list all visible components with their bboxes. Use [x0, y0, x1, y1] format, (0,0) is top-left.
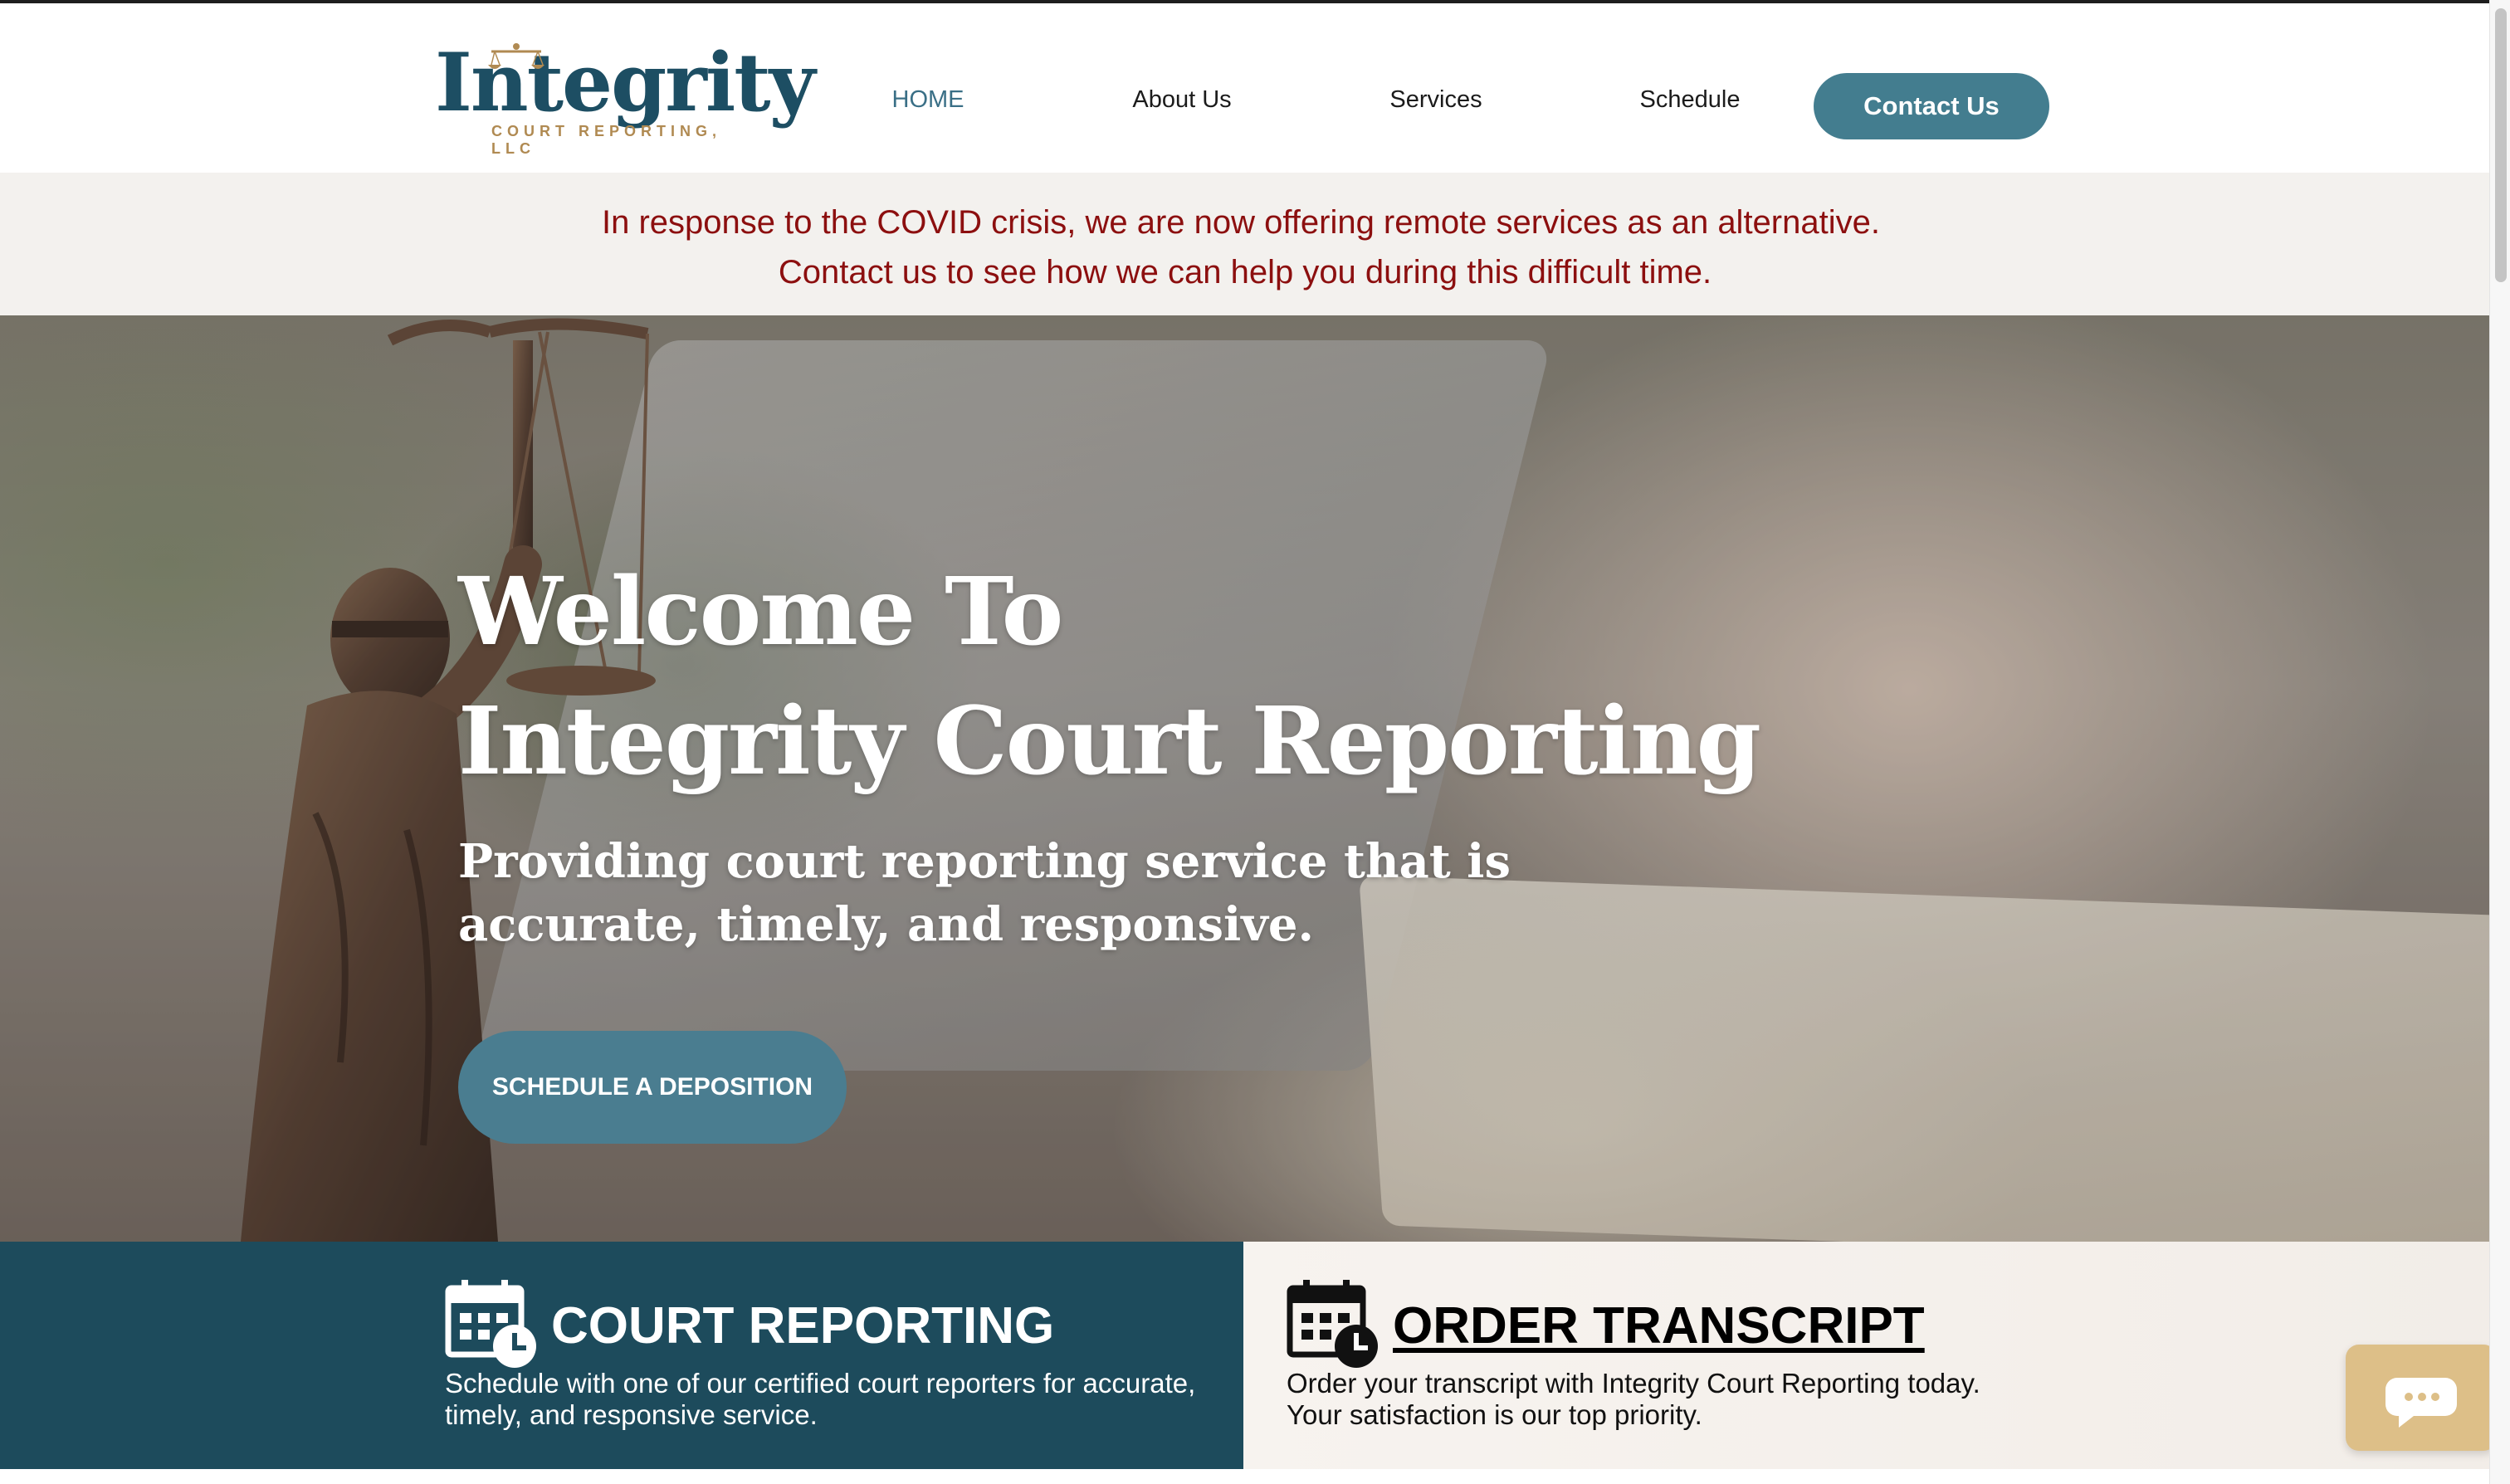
site-logo[interactable]: Integrity COURT REPORTING, LLC: [432, 37, 815, 158]
order-transcript-description-line-2: Your satisfaction is our top priority.: [1287, 1399, 1702, 1430]
chat-widget-button[interactable]: [2346, 1345, 2497, 1451]
hero-section: Welcome To Integrity Court Reporting Pro…: [0, 315, 2490, 1242]
court-reporting-title[interactable]: COURT REPORTING: [551, 1296, 1054, 1356]
court-reporting-description-line-2: timely, and responsive service.: [445, 1399, 818, 1430]
order-transcript-description-line-1: Order your transcript with Integrity Cou…: [1287, 1368, 1980, 1399]
order-transcript-description: Order your transcript with Integrity Cou…: [1287, 1368, 2067, 1431]
logo-subtitle: COURT REPORTING, LLC: [491, 123, 722, 157]
calendar-clock-icon: [445, 1280, 536, 1368]
contact-us-button[interactable]: Contact Us: [1814, 73, 2049, 139]
hero-title-line-2: Integrity Court Reporting: [458, 687, 1761, 796]
covid-banner-line-1: In response to the COVID crisis, we are …: [602, 204, 1880, 241]
nav-home[interactable]: HOME: [892, 86, 964, 114]
court-reporting-panel[interactable]: COURT REPORTING Schedule with one of our…: [0, 1242, 1243, 1469]
order-transcript-panel[interactable]: ORDER TRANSCRIPT Order your transcript w…: [1243, 1242, 2490, 1469]
covid-banner-line-2: Contact us to see how we can help you du…: [778, 254, 1712, 290]
nav-about-us[interactable]: About Us: [1132, 86, 1231, 114]
calendar-clock-icon: [1287, 1280, 1378, 1368]
chat-bubble-icon: [2385, 1378, 2457, 1428]
covid-banner: In response to the COVID crisis, we are …: [0, 173, 2490, 315]
nav-services[interactable]: Services: [1389, 86, 1482, 114]
court-reporting-description: Schedule with one of our certified court…: [445, 1368, 1225, 1431]
nav-schedule[interactable]: Schedule: [1640, 86, 1741, 114]
scrollbar-thumb[interactable]: [2495, 8, 2507, 282]
page-scrollbar[interactable]: [2489, 0, 2510, 1484]
hero-subtitle-line-2: accurate, timely, and responsive.: [458, 897, 1314, 952]
hero-subtitle-line-1: Providing court reporting service that i…: [458, 834, 1511, 889]
scales-of-justice-icon: [488, 43, 544, 69]
hero-title-line-1: Welcome To: [458, 558, 1063, 666]
court-reporting-description-line-1: Schedule with one of our certified court…: [445, 1368, 1196, 1399]
order-transcript-title[interactable]: ORDER TRANSCRIPT: [1393, 1296, 1925, 1356]
hero-subtitle: Providing court reporting service that i…: [458, 830, 1511, 956]
hero-title: Welcome To Integrity Court Reporting: [458, 548, 1761, 807]
site-header: Integrity COURT REPORTING, LLC HOME Abou…: [0, 3, 2490, 173]
schedule-deposition-button[interactable]: SCHEDULE A DEPOSITION: [458, 1031, 847, 1144]
